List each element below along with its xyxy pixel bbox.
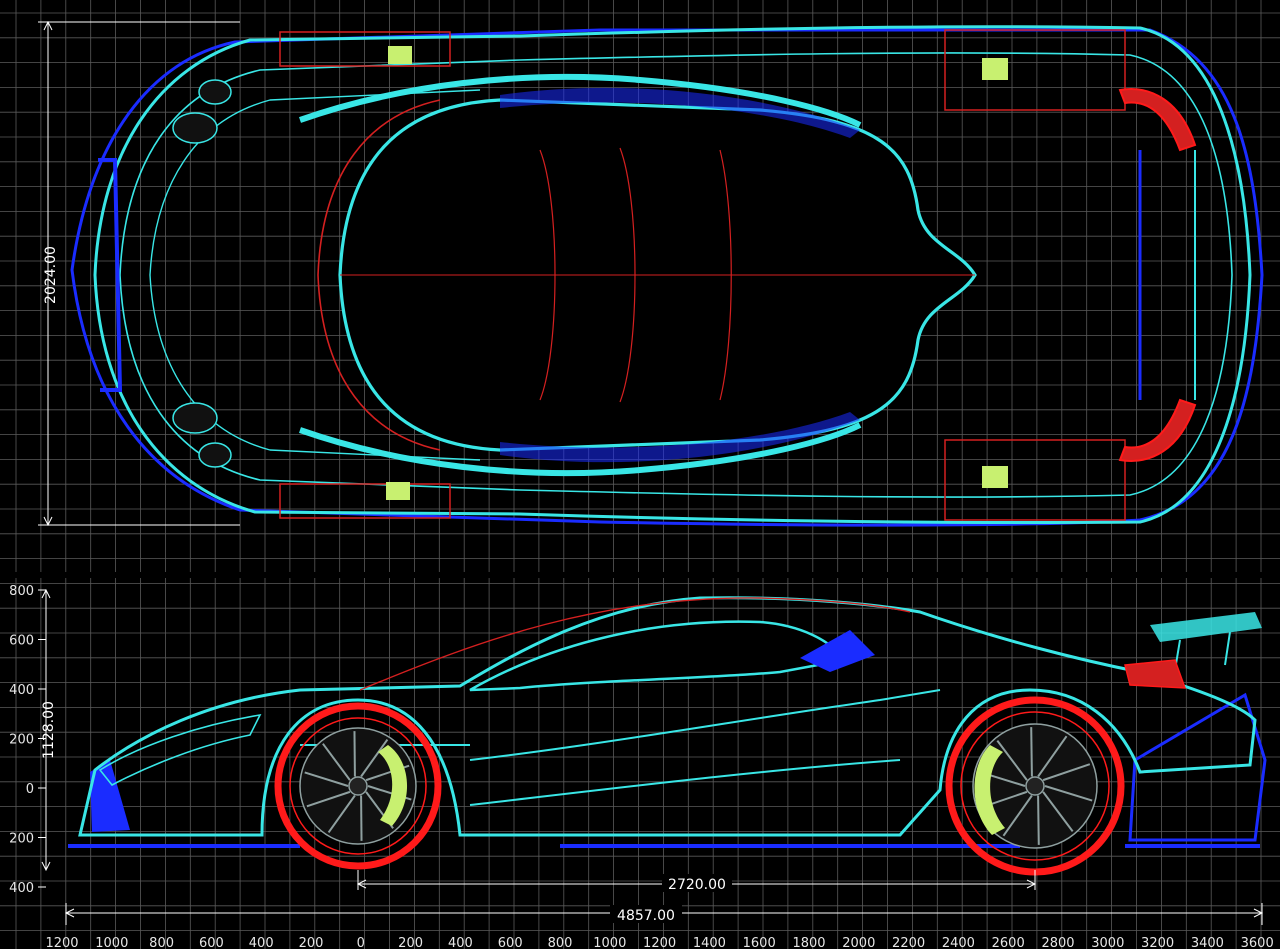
x-tick-label: 1000: [95, 936, 128, 949]
x-tick-label: 3600: [1241, 936, 1274, 949]
x-tick-label: 1200: [45, 936, 78, 949]
side-view-tail-light: [1124, 659, 1187, 689]
y-tick-label: 0: [26, 782, 34, 797]
x-tick-label: 1200: [643, 936, 676, 949]
side-view-length-label: 4857.00: [617, 908, 675, 924]
y-tick-label: 200: [9, 832, 34, 847]
wheel-spoke: [1037, 795, 1040, 845]
x-tick-label: 600: [199, 936, 224, 949]
top-view-caliper-rr: [982, 466, 1008, 488]
x-tick-label: 400: [249, 936, 274, 949]
x-tick-label: 2800: [1041, 936, 1074, 949]
y-tick-label: 400: [9, 881, 34, 896]
top-view-caliper-rl: [982, 58, 1008, 80]
side-view-front-wheel: [274, 702, 442, 870]
x-tick-label: 2000: [842, 936, 875, 949]
top-view-caliper-fr: [386, 482, 410, 500]
x-tick-label: 2200: [892, 936, 925, 949]
y-tick-label: 200: [9, 733, 34, 748]
top-view-width-label: 2024.00: [43, 246, 59, 304]
x-tick-label: 200: [398, 936, 423, 949]
x-tick-label: 3000: [1091, 936, 1124, 949]
x-tick-label: 200: [299, 936, 324, 949]
side-view-wheelbase-label: 2720.00: [668, 877, 726, 893]
x-tick-label: 2400: [942, 936, 975, 949]
x-tick-label: 1400: [693, 936, 726, 949]
x-tick-label: 600: [498, 936, 523, 949]
x-tick-label: 800: [548, 936, 573, 949]
x-tick-label: 0: [357, 936, 365, 949]
x-tick-label: 3200: [1141, 936, 1174, 949]
wheel-spoke: [1030, 727, 1033, 777]
x-tick-label: 1600: [743, 936, 776, 949]
x-tick-label: 1000: [593, 936, 626, 949]
x-tick-label: 400: [448, 936, 473, 949]
x-tick-label: 1800: [792, 936, 825, 949]
x-tick-label: 800: [149, 936, 174, 949]
top-view-caliper-fl: [388, 46, 412, 64]
side-view-rear-wheel: [945, 696, 1125, 876]
y-tick-label: 600: [9, 634, 34, 649]
cad-blueprint-canvas: 2024.00 1128.00 2720.00 4857.00 80060040…: [0, 0, 1280, 949]
y-tick-label: 800: [9, 584, 34, 599]
x-tick-label: 3400: [1191, 936, 1224, 949]
side-view-height-label: 1128.00: [41, 701, 57, 759]
y-tick-label: 400: [9, 683, 34, 698]
x-tick-label: 2600: [992, 936, 1025, 949]
view-divider: [0, 572, 1280, 578]
